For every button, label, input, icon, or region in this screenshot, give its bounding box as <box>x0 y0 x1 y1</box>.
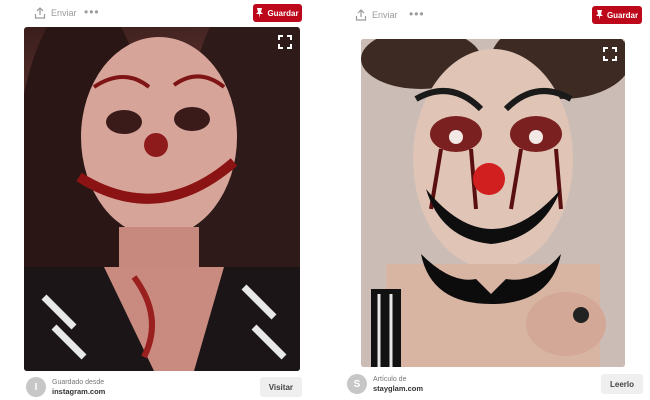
pushpin-icon <box>256 8 264 18</box>
send-button[interactable]: Enviar <box>34 7 77 19</box>
pin-footer: I Guardado desde instagram.com Visitar <box>26 374 302 400</box>
more-icon[interactable]: ••• <box>84 6 100 18</box>
clown-makeup-photo <box>24 27 300 371</box>
more-icon[interactable]: ••• <box>409 8 425 20</box>
send-label: Enviar <box>372 10 398 20</box>
expand-icon[interactable] <box>278 35 292 49</box>
source-site-link[interactable]: instagram.com <box>52 387 105 396</box>
clown-makeup-photo <box>361 39 625 367</box>
pin-card: Enviar ••• Guardar <box>343 0 643 394</box>
save-button[interactable]: Guardar <box>592 6 642 24</box>
avatar[interactable]: I <box>26 377 46 397</box>
source-info: Guardado desde instagram.com <box>52 378 105 396</box>
share-icon <box>34 7 46 19</box>
pin-footer: S Artículo de stayglam.com Leerlo <box>347 372 643 396</box>
share-icon <box>355 9 367 21</box>
pin-toolbar: Enviar ••• Guardar <box>24 0 302 28</box>
send-label: Enviar <box>51 8 77 18</box>
source-label: Guardado desde <box>52 379 105 386</box>
avatar[interactable]: S <box>347 374 367 394</box>
save-label: Guardar <box>606 10 639 20</box>
expand-icon[interactable] <box>603 47 617 61</box>
save-button[interactable]: Guardar <box>253 4 302 22</box>
pin-toolbar: Enviar ••• Guardar <box>343 0 643 28</box>
read-button[interactable]: Leerlo <box>600 374 643 394</box>
pin-grid: Enviar ••• Guardar I Guardado desde inst… <box>0 0 650 400</box>
visit-button[interactable]: Visitar <box>259 377 302 397</box>
pin-image[interactable] <box>24 27 300 371</box>
save-label: Guardar <box>267 8 299 18</box>
pushpin-icon <box>595 10 603 20</box>
pin-card: Enviar ••• Guardar <box>24 0 302 397</box>
source-site-link[interactable]: stayglam.com <box>373 384 423 393</box>
pin-image[interactable] <box>361 39 625 367</box>
source-info: Artículo de stayglam.com <box>373 375 423 393</box>
source-label: Artículo de <box>373 376 407 383</box>
send-button[interactable]: Enviar <box>355 9 398 21</box>
